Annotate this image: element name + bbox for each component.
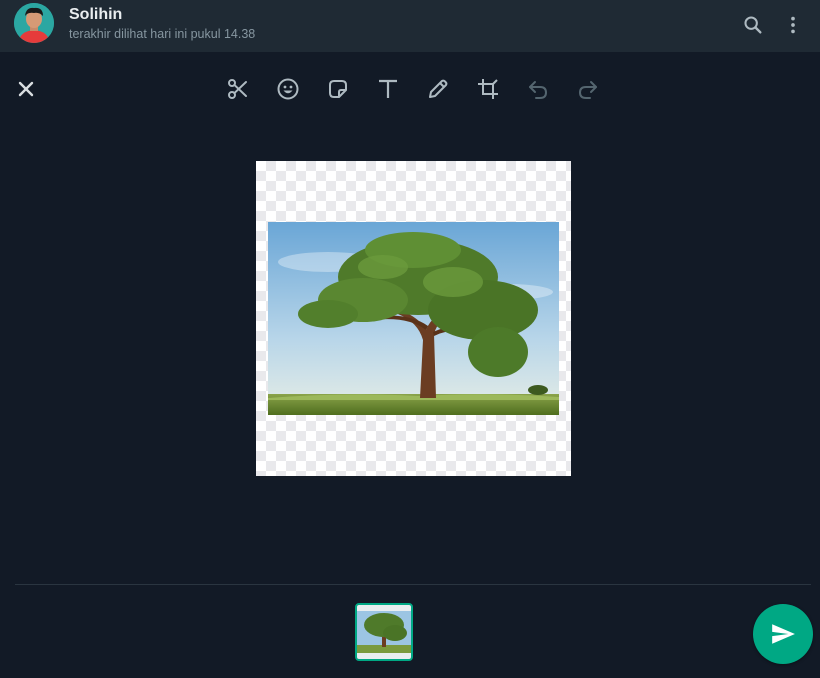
undo-icon [529,81,548,99]
cut-tool[interactable] [223,74,253,104]
send-button[interactable] [753,604,813,664]
editor-toolbar [0,52,820,126]
last-seen-status: terakhir dilihat hari ini pukul 14.38 [69,27,256,41]
tree-photo [268,222,559,415]
sticker-icon [329,80,347,98]
menu-icon [791,16,795,34]
crop-tool[interactable] [473,74,503,104]
search-button[interactable] [740,12,766,38]
text-icon [379,79,397,98]
draw-tool[interactable] [423,74,453,104]
close-icon [18,81,34,97]
emoji-tool[interactable] [273,74,303,104]
redo-icon [578,81,597,99]
undo-button[interactable] [523,74,553,104]
emoji-icon [277,78,299,100]
sticker-tool[interactable] [323,74,353,104]
media-thumbnail[interactable] [355,603,413,661]
tree-thumbnail [357,605,411,659]
send-icon [772,624,795,644]
text-tool[interactable] [373,74,403,104]
avatar[interactable] [14,3,54,43]
menu-button[interactable] [780,12,806,38]
close-button[interactable] [11,74,41,104]
scissors-icon [228,79,247,99]
chat-header: Solihin terakhir dilihat hari ini pukul … [0,0,820,52]
pencil-icon [429,79,448,98]
redo-button[interactable] [573,74,603,104]
image-canvas[interactable] [256,161,571,476]
contact-name[interactable]: Solihin [69,6,122,24]
crop-icon [478,79,498,99]
search-icon [744,16,762,34]
divider [15,584,811,585]
